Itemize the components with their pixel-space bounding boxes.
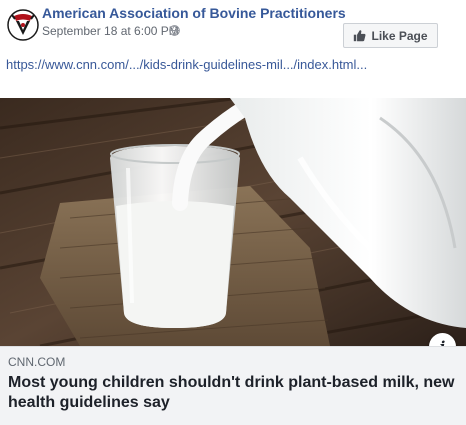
- link-headline[interactable]: Most young children shouldn't drink plan…: [8, 373, 460, 413]
- link-preview-image[interactable]: [0, 98, 466, 346]
- thumbs-up-icon: [354, 30, 366, 42]
- link-source-domain: CNN.COM: [8, 355, 66, 369]
- post-header: American Association of Bovine Practitio…: [0, 0, 466, 48]
- like-page-label: Like Page: [371, 28, 428, 43]
- milk-pouring-photo: [0, 98, 466, 346]
- link-preview-caption[interactable]: CNN.COM Most young children shouldn't dr…: [0, 346, 466, 425]
- post-timestamp[interactable]: September 18 at 6:00 PM: [42, 24, 179, 38]
- bovine-practitioners-logo: [6, 7, 40, 41]
- shared-link-url[interactable]: https://www.cnn.com/.../kids-drink-guide…: [6, 57, 367, 72]
- page-name-link[interactable]: American Association of Bovine Practitio…: [42, 5, 346, 21]
- page-avatar[interactable]: [6, 7, 40, 41]
- facebook-post: American Association of Bovine Practitio…: [0, 0, 466, 425]
- like-page-button[interactable]: Like Page: [343, 23, 438, 48]
- globe-icon: [169, 25, 180, 36]
